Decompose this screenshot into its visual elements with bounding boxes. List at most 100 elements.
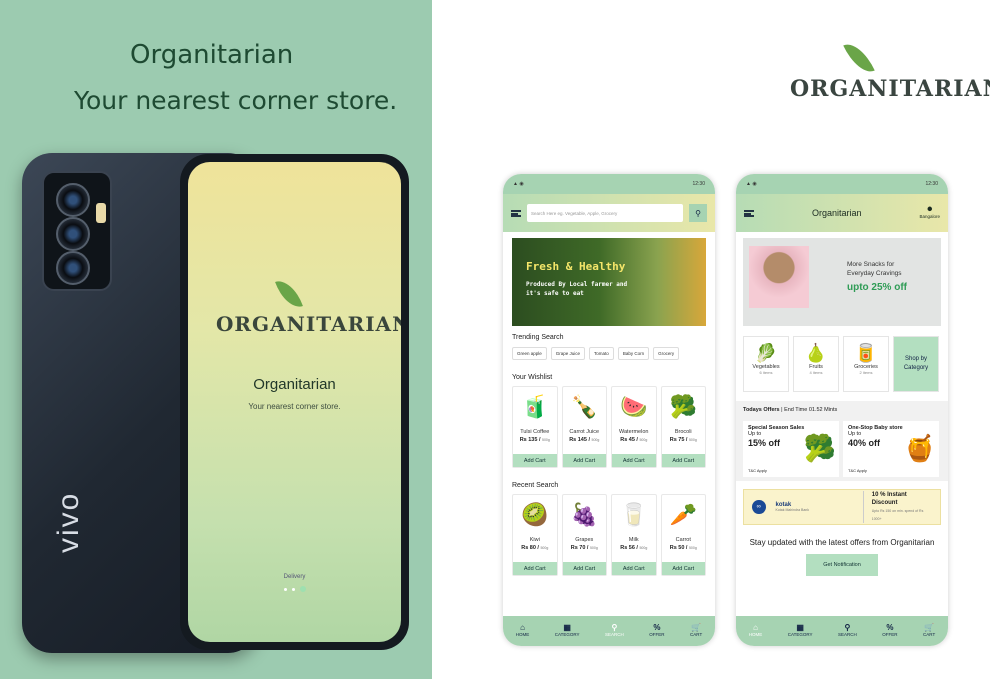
nav-offer[interactable]: % OFFER — [882, 624, 897, 638]
category-count: 2 items — [859, 370, 873, 375]
bank-sub: Kotak Mahindra Bank — [775, 508, 809, 512]
trending-chip[interactable]: Baby Corn — [617, 347, 650, 360]
search-input[interactable]: Search Here eg. Vegetable, Apple, Grocer… — [527, 204, 683, 222]
nav-category[interactable]: ▦ CATEGORY — [788, 624, 813, 638]
menu-icon[interactable] — [511, 209, 521, 217]
add-cart-button[interactable]: Add Cart — [661, 562, 705, 575]
bank-discount: 10 % Instant Discount Upto Rs 150 on min.… — [862, 491, 932, 523]
add-cart-button[interactable]: Add Cart — [513, 562, 557, 575]
offers-end-time: End Time 01.52 Mints — [784, 407, 838, 413]
product-card[interactable]: 🍾 Carrot Juice Rs 145 / 500g Add Cart — [561, 386, 607, 468]
page-dot[interactable] — [292, 587, 295, 591]
product-image: 🥛 — [620, 502, 648, 527]
splash-subtitle: Your nearest corner store. — [248, 402, 341, 411]
camera-lens-icon — [56, 217, 90, 251]
product-image: 🧃 — [521, 394, 549, 419]
product-card[interactable]: 🥛 Milk Rs 56 / 500g Add Cart — [611, 494, 657, 576]
price-value: Rs 75 / — [669, 437, 688, 443]
product-card[interactable]: 🍇 Grapes Rs 70 / 500g Add Cart — [561, 494, 607, 576]
leaf-icon — [843, 37, 875, 79]
nav-label: CATEGORY — [554, 632, 580, 637]
status-bar: ▲ ◉ 12:30 — [736, 174, 948, 194]
location-pin-icon: ⬤ — [927, 206, 933, 211]
nav-cart[interactable]: 🛒 CART — [690, 624, 702, 638]
discount-note: Upto Rs 150 on min. spend of Rs 1000+ — [871, 509, 924, 521]
brand-logo: ORGANITARIAN — [790, 76, 990, 102]
offer-tc: T&C Apply — [748, 468, 767, 473]
add-cart-button[interactable]: Add Cart — [612, 454, 656, 467]
category-card[interactable]: 🥬 Vegetables 6 items — [743, 336, 789, 392]
product-card[interactable]: 🍉 Watermelon Rs 45 / 500g Add Cart — [611, 386, 657, 468]
product-card[interactable]: 🥕 Carrot Rs 50 / 500g Add Cart — [660, 494, 706, 576]
product-name: Milk — [628, 537, 639, 543]
shop-by-category-button[interactable]: Shop by Category — [893, 336, 939, 392]
leaf-icon — [275, 275, 303, 313]
nav-search[interactable]: ⚲ SEARCH — [838, 624, 857, 638]
app-title: Organitarian — [811, 208, 862, 218]
product-name: Tulsi Coffee — [520, 429, 550, 435]
category-icon: ▦ — [563, 623, 571, 632]
price-unit: 500g — [688, 438, 697, 442]
category-card[interactable]: 🥫 Groceries 2 items — [843, 336, 889, 392]
page-dot[interactable] — [284, 587, 287, 591]
product-name: Grapes — [575, 537, 594, 543]
category-card[interactable]: 🍐 Fruits 4 items — [793, 336, 839, 392]
nav-search[interactable]: ⚲ SEARCH — [605, 624, 624, 638]
home-icon: ⌂ — [520, 623, 525, 632]
baby-products-image: 🍯 — [903, 433, 936, 463]
bank-offer-banner[interactable]: ∞ kotak Kotak Mahindra Bank 10 % Instant … — [743, 489, 941, 525]
nav-home[interactable]: ⌂ HOME — [516, 624, 530, 638]
nav-offer[interactable]: % OFFER — [649, 624, 664, 638]
trending-chip[interactable]: Grape Juice — [550, 347, 586, 360]
add-cart-button[interactable]: Add Cart — [562, 454, 606, 467]
add-cart-button[interactable]: Add Cart — [612, 562, 656, 575]
trending-chip[interactable]: Grocery — [653, 347, 680, 360]
status-bar: ▲ ◉ 12:30 — [503, 174, 715, 194]
recent-grid: 🥝 Kiwi Rs 80 / 500g Add Cart 🍇 Grapes Rs… — [503, 489, 715, 576]
price-value: Rs 80 / — [521, 545, 539, 551]
offer-card[interactable]: One-Stop Baby store Up to 40% off T&C Ap… — [843, 421, 939, 477]
kotak-logo-icon: ∞ — [752, 500, 766, 514]
nav-label: SEARCH — [838, 632, 857, 637]
nav-label: HOME — [515, 632, 530, 637]
product-price: Rs 145 / 500g — [563, 437, 607, 443]
offer-icon: % — [886, 623, 894, 632]
home-header: Organitarian ⬤ Bangalore — [736, 194, 948, 232]
menu-icon[interactable] — [744, 209, 754, 217]
price-unit: 500g — [639, 546, 648, 550]
add-cart-button[interactable]: Add Cart — [562, 562, 606, 575]
search-button[interactable]: ⚲ — [689, 204, 707, 222]
trending-chip[interactable]: Tomato — [589, 347, 614, 360]
product-price: Rs 70 / 500g — [563, 545, 607, 551]
page-dot-active[interactable] — [300, 586, 306, 592]
camera-module — [42, 171, 112, 291]
page-indicator[interactable] — [284, 586, 306, 592]
nav-home[interactable]: ⌂ HOME — [749, 624, 763, 638]
promo-banner[interactable]: Fresh & Healthy Produced By Local farmer… — [512, 238, 706, 326]
get-notification-button[interactable]: Get Notification — [806, 554, 878, 576]
product-price: Rs 56 / 500g — [612, 545, 656, 551]
product-card[interactable]: 🥝 Kiwi Rs 80 / 500g Add Cart — [512, 494, 558, 576]
snacks-banner[interactable]: More Snacks for Everyday Cravings upto 25… — [743, 238, 941, 326]
offer-card[interactable]: Special Season Sales Up to 15% off T&C A… — [743, 421, 839, 477]
home-icon: ⌂ — [753, 623, 758, 632]
product-card[interactable]: 🥦 Brocoli Rs 75 / 500g Add Cart — [660, 386, 706, 468]
home-screen: ▲ ◉ 12:30 Organitarian ⬤ Bangalore More S… — [736, 174, 948, 646]
nav-label: OFFER — [882, 632, 898, 637]
location-selector[interactable]: ⬤ Bangalore — [919, 205, 940, 221]
add-cart-button[interactable]: Add Cart — [661, 454, 705, 467]
nav-category[interactable]: ▦ CATEGORY — [555, 624, 580, 638]
add-cart-button[interactable]: Add Cart — [513, 454, 557, 467]
bottom-nav: ⌂ HOME ▦ CATEGORY ⚲ SEARCH % OFFER 🛒 CART — [503, 616, 715, 646]
trending-chip[interactable]: Green apple — [512, 347, 547, 360]
nav-label: OFFER — [649, 632, 665, 637]
banner-title: Fresh & Healthy — [526, 260, 626, 273]
trending-title: Trending Search — [512, 334, 564, 341]
banner-line: More Snacks for — [847, 261, 895, 268]
price-unit: 500g — [589, 546, 598, 550]
phone-front: ORGANITARIAN Organitarian Your nearest c… — [180, 154, 409, 650]
splash-title: Organitarian — [253, 376, 336, 393]
product-card[interactable]: 🧃 Tulsi Coffee Rs 135 / 500g Add Cart — [512, 386, 558, 468]
nav-cart[interactable]: 🛒 CART — [923, 624, 935, 638]
offer-icon: % — [653, 623, 661, 632]
